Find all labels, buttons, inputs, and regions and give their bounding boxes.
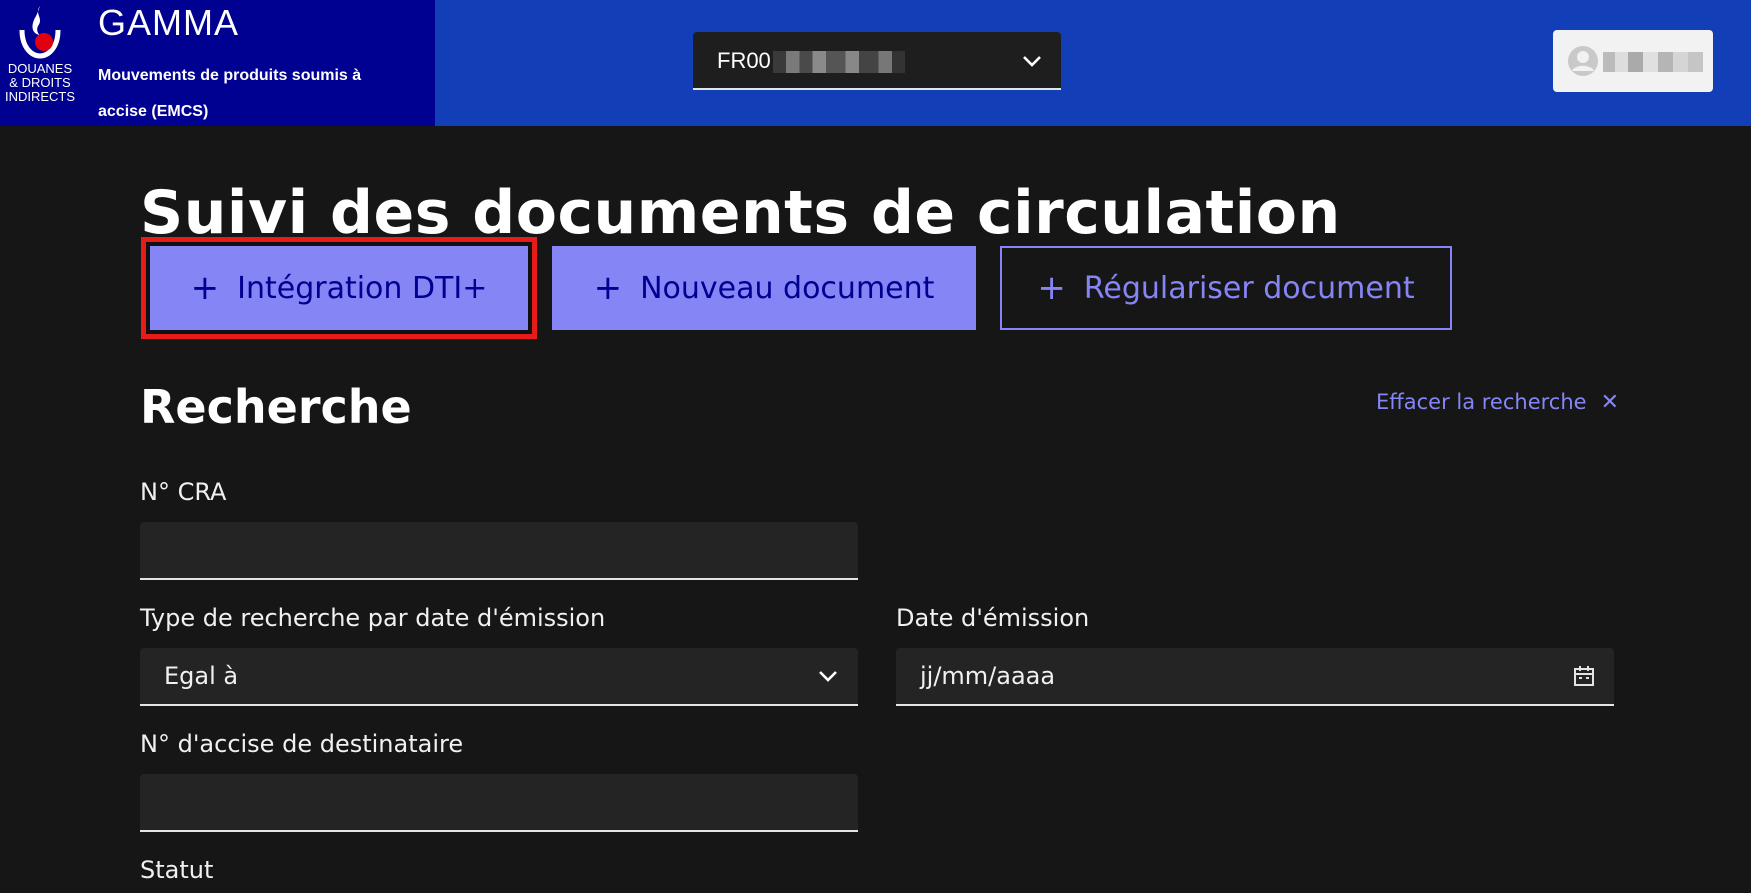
- redacted-username: [1603, 52, 1703, 72]
- cra-label: N° CRA: [140, 478, 227, 506]
- entity-select[interactable]: FR00: [693, 32, 1061, 90]
- logo-text-line: INDIRECTS: [4, 89, 76, 104]
- chevron-down-icon: [819, 671, 837, 682]
- user-avatar-icon: [1568, 46, 1598, 76]
- app-title: GAMMA: [98, 2, 240, 43]
- excise-label: N° d'accise de destinataire: [140, 730, 464, 758]
- date-type-label: Type de recherche par date d'émission: [140, 604, 606, 632]
- integration-dti-button[interactable]: + Intégration DTI+: [141, 237, 537, 339]
- entity-select-value: FR00: [717, 48, 905, 74]
- search-section-title: Recherche: [140, 380, 412, 434]
- excise-input[interactable]: [140, 774, 858, 832]
- logo-text-line: DOUANES: [7, 61, 73, 76]
- close-icon: ✕: [1600, 390, 1620, 415]
- regularize-document-button[interactable]: + Régulariser document: [1000, 246, 1452, 330]
- plus-icon: +: [593, 268, 623, 308]
- status-label: Statut: [140, 856, 214, 884]
- marianne-flame-icon: [19, 6, 61, 59]
- brand-block[interactable]: DOUANES & DROITS INDIRECTS GAMMA Mouveme…: [0, 0, 435, 126]
- plus-icon: +: [1037, 268, 1066, 308]
- logo-text-line: & DROITS: [9, 75, 71, 90]
- app-subtitle: Mouvements de produits soumis à accise (…: [98, 67, 362, 120]
- new-document-label: Nouveau document: [640, 270, 935, 306]
- app-header: DOUANES & DROITS INDIRECTS GAMMA Mouveme…: [0, 0, 1751, 126]
- entity-prefix: FR00: [717, 48, 771, 73]
- clear-search-link[interactable]: Effacer la recherche ✕: [1376, 390, 1619, 415]
- date-label: Date d'émission: [896, 604, 1090, 632]
- clear-search-label: Effacer la recherche: [1376, 390, 1587, 414]
- new-document-button[interactable]: + Nouveau document: [552, 246, 976, 330]
- integration-dti-label: Intégration DTI+: [237, 270, 488, 306]
- user-account-button[interactable]: [1553, 30, 1713, 92]
- page-title: Suivi des documents de circulation: [140, 178, 1341, 248]
- douanes-logo: DOUANES & DROITS INDIRECTS: [0, 0, 83, 126]
- date-input[interactable]: jj/mm/aaaa: [896, 648, 1614, 706]
- redacted-value: [772, 51, 905, 74]
- regularize-document-label: Régulariser document: [1083, 270, 1415, 306]
- calendar-icon[interactable]: [1572, 664, 1596, 688]
- cra-input[interactable]: [140, 522, 858, 580]
- date-input-placeholder: jj/mm/aaaa: [920, 662, 1056, 690]
- chevron-down-icon: [1023, 56, 1041, 67]
- date-type-value: Egal à: [164, 662, 239, 690]
- plus-icon: +: [190, 268, 220, 308]
- date-type-select[interactable]: Egal à: [140, 648, 858, 706]
